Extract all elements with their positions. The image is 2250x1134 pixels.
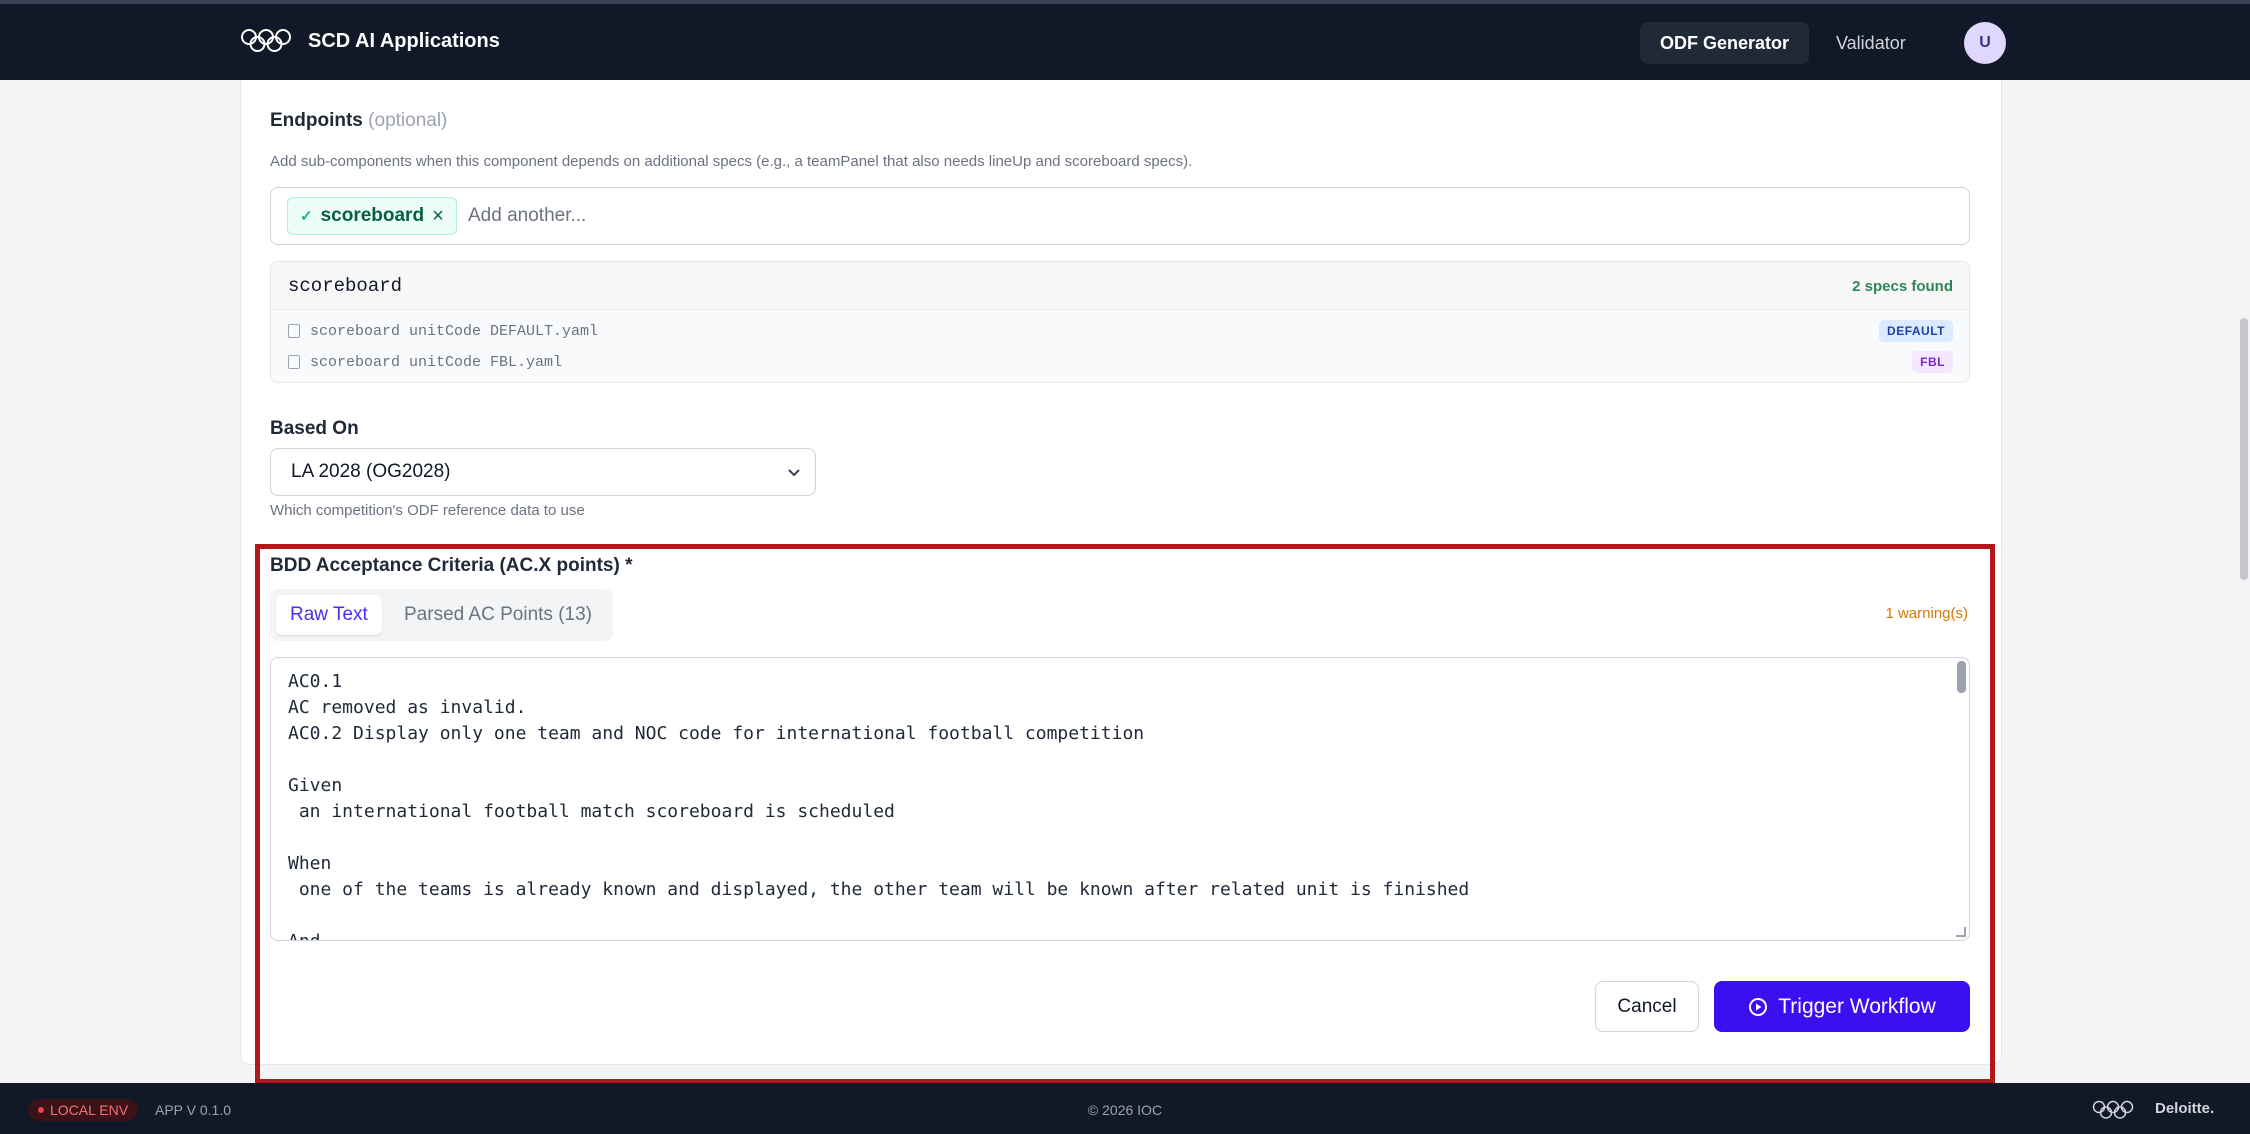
spec-file-row: scoreboard unitCode DEFAULT.yaml xyxy=(288,319,598,343)
top-border xyxy=(0,0,2250,4)
based-on-select[interactable]: LA 2028 (OG2028) xyxy=(270,448,816,496)
file-icon xyxy=(288,355,300,369)
nav-tab-validator[interactable]: Validator xyxy=(1816,22,1926,64)
tab-parsed-ac-points[interactable]: Parsed AC Points (13) xyxy=(390,595,606,635)
remove-chip-icon[interactable]: × xyxy=(432,205,444,228)
nav-tab-odf-generator[interactable]: ODF Generator xyxy=(1640,22,1810,64)
trigger-workflow-label: Trigger Workflow xyxy=(1778,994,1936,1018)
bdd-raw-text-content[interactable]: AC0.1 AC removed as invalid. AC0.2 Displ… xyxy=(288,669,1469,940)
app-title: SCD AI Applications xyxy=(308,29,500,52)
top-navigation-bar: SCD AI Applications ODF Generator Valida… xyxy=(0,0,2250,80)
based-on-label: Based On xyxy=(270,418,359,439)
user-avatar[interactable]: U xyxy=(1964,22,2006,64)
bdd-label: BDD Acceptance Criteria (AC.X points) * xyxy=(270,555,633,576)
spec-results-panel: scoreboard 2 specs found scoreboard unit… xyxy=(270,261,1970,383)
cancel-button[interactable]: Cancel xyxy=(1595,981,1699,1032)
file-icon xyxy=(288,324,300,338)
spec-file-name: scoreboard unitCode FBL.yaml xyxy=(310,353,563,371)
bdd-view-tabs: Raw Text Parsed AC Points (13) xyxy=(270,589,613,641)
play-circle-icon xyxy=(1749,997,1768,1016)
textarea-scrollbar-thumb[interactable] xyxy=(1957,661,1966,693)
bdd-raw-text-area[interactable]: AC0.1 AC removed as invalid. AC0.2 Displ… xyxy=(270,657,1970,941)
spec-group-name: scoreboard xyxy=(288,275,403,297)
footer-bar: LOCAL ENV APP V 0.1.0 © 2026 IOC Deloitt… xyxy=(0,1083,2250,1134)
tab-raw-text[interactable]: Raw Text xyxy=(276,595,382,635)
based-on-selected-value: LA 2028 (OG2028) xyxy=(291,461,451,482)
spec-badge-fbl: FBL xyxy=(1912,351,1953,373)
based-on-help-text: Which competition's ODF reference data t… xyxy=(270,502,585,519)
deloitte-logo: Deloitte. xyxy=(2155,1100,2215,1117)
brand[interactable]: SCD AI Applications xyxy=(240,26,500,56)
warning-count: 1 warning(s) xyxy=(1885,605,1968,622)
olympic-rings-icon xyxy=(2092,1100,2134,1119)
add-endpoint-input[interactable] xyxy=(468,200,1068,232)
spec-badge-default: DEFAULT xyxy=(1879,320,1953,342)
check-icon: ✓ xyxy=(300,208,313,225)
endpoint-chip-scoreboard[interactable]: ✓ scoreboard × xyxy=(287,197,457,235)
page-scrollbar-track[interactable] xyxy=(2234,80,2250,1083)
resize-handle-icon[interactable] xyxy=(1956,927,1966,937)
specs-found-count: 2 specs found xyxy=(1852,278,1953,295)
spec-results-header: scoreboard 2 specs found xyxy=(271,262,1969,310)
endpoints-help-text: Add sub-components when this component d… xyxy=(270,153,1193,170)
chevron-down-icon xyxy=(788,469,800,477)
spec-file-name: scoreboard unitCode DEFAULT.yaml xyxy=(310,322,599,340)
endpoints-optional-text: (optional) xyxy=(368,110,448,131)
trigger-workflow-button[interactable]: Trigger Workflow xyxy=(1714,981,1970,1032)
olympic-rings-icon xyxy=(241,29,291,52)
copyright-text: © 2026 IOC xyxy=(1087,1102,1163,1118)
endpoints-label-text: Endpoints xyxy=(270,110,363,131)
endpoint-chip-label: scoreboard xyxy=(320,205,425,226)
page-scrollbar-thumb[interactable] xyxy=(2240,318,2248,580)
endpoints-label: Endpoints (optional) xyxy=(270,110,447,132)
spec-file-row: scoreboard unitCode FBL.yaml xyxy=(288,350,562,374)
